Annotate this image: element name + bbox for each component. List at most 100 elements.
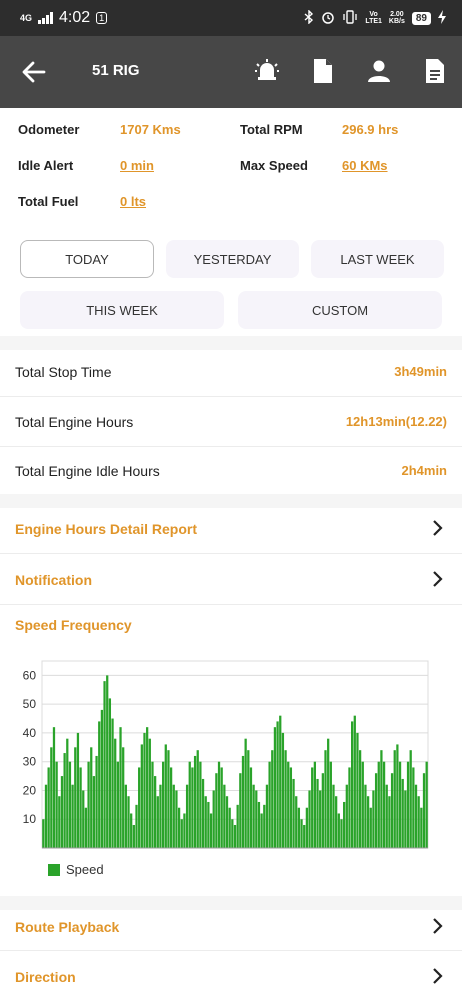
speed-bar: [60, 776, 64, 848]
speed-bar: [177, 807, 181, 848]
report-icon[interactable]: [422, 56, 448, 86]
speed-bar: [114, 738, 117, 848]
y-tick-label: 30: [23, 755, 37, 769]
alarm-clock-icon: [321, 10, 335, 27]
speed-bar: [180, 819, 183, 848]
speed-bar: [50, 747, 53, 848]
speed-bar: [82, 790, 85, 848]
notification-row[interactable]: Notification: [0, 557, 462, 603]
speed-bar: [295, 796, 298, 848]
speed-bar: [199, 761, 202, 848]
alarm-icon[interactable]: [254, 56, 280, 86]
speed-bar: [212, 790, 215, 848]
speed-bar: [401, 778, 404, 848]
speed-bar: [249, 767, 253, 848]
document-icon[interactable]: [310, 56, 336, 86]
speed-bar: [377, 761, 380, 848]
speed-bar: [420, 807, 423, 848]
summary-panel: Odometer 1707 Kms Total RPM 296.9 hrs Id…: [0, 108, 462, 224]
route-playback-label: Route Playback: [15, 919, 120, 935]
speed-bar: [257, 801, 261, 848]
speed-bar: [143, 732, 146, 848]
speed-bar: [239, 773, 242, 848]
direction-label: Direction: [15, 969, 76, 985]
speed-bar: [337, 813, 340, 848]
speed-bar: [265, 784, 269, 848]
last-week-button[interactable]: LAST WEEK: [311, 240, 444, 278]
y-tick-label: 20: [23, 783, 37, 797]
speed-bar: [374, 773, 378, 848]
stop-time-label: Total Stop Time: [15, 364, 112, 380]
speed-bar: [321, 773, 324, 848]
speed-bar: [406, 761, 410, 848]
custom-button[interactable]: CUSTOM: [238, 291, 442, 329]
speed-bar: [119, 727, 122, 848]
speed-bar: [79, 767, 82, 848]
total-rpm-value: 296.9 hrs: [342, 122, 399, 137]
speed-bar: [244, 738, 247, 848]
idle-alert-value[interactable]: 0 min: [120, 158, 154, 173]
speed-bar: [55, 761, 58, 848]
speed-bar: [417, 796, 420, 848]
person-icon[interactable]: [366, 56, 392, 86]
speed-bar: [289, 767, 293, 848]
y-tick-label: 50: [23, 697, 37, 711]
chevron-right-icon: [427, 966, 447, 986]
speed-bar: [135, 804, 138, 848]
max-speed-value[interactable]: 60 KMs: [342, 158, 388, 173]
speed-bar: [207, 801, 210, 848]
speed-bar: [247, 750, 250, 848]
speed-bar: [273, 727, 277, 848]
speed-bar: [185, 784, 189, 848]
status-bar: 4G 4:02 1 Vo LTE1 2.00 KB/s 89: [0, 0, 462, 36]
speed-bar: [108, 698, 112, 848]
speed-bar: [92, 776, 96, 848]
total-fuel-value[interactable]: 0 lts: [120, 194, 146, 209]
yesterday-button[interactable]: YESTERDAY: [166, 240, 299, 278]
speed-frequency-chart: 10 20 30 40 50 60: [23, 660, 429, 849]
y-tick-label: 10: [23, 812, 37, 826]
speed-bar: [241, 755, 245, 848]
today-button[interactable]: TODAY: [20, 240, 154, 278]
divider: [0, 604, 462, 605]
speed-bar: [201, 778, 205, 848]
engine-hours-report-label: Engine Hours Detail Report: [15, 521, 198, 537]
speed-bar: [95, 755, 98, 848]
back-arrow-icon[interactable]: [20, 58, 48, 86]
speed-bar: [231, 819, 234, 848]
direction-row[interactable]: Direction: [0, 954, 462, 1000]
chevron-right-icon: [427, 569, 447, 589]
speed-bar: [343, 801, 346, 848]
chevron-right-icon: [427, 916, 447, 936]
speed-bar: [66, 738, 69, 848]
speed-bar: [284, 750, 287, 848]
y-tick-label: 40: [23, 726, 37, 740]
sim-icon: 1: [96, 12, 108, 24]
speed-bar: [305, 807, 309, 848]
speed-bar: [164, 744, 167, 848]
vibrate-icon: [342, 9, 358, 27]
speed-bar: [350, 721, 354, 848]
signal-icon: [38, 12, 54, 24]
chevron-right-icon: [427, 518, 447, 538]
speed-bar: [390, 773, 394, 848]
speed-bar: [100, 709, 104, 848]
speed-bar: [335, 796, 338, 848]
speed-bar: [260, 813, 263, 848]
speed-bar: [169, 767, 173, 848]
speed-bar: [382, 761, 386, 848]
speed-bar: [380, 750, 383, 848]
page-title: 51 RIG: [92, 62, 140, 79]
idle-hours-value: 2h4min: [401, 463, 447, 478]
speed-bar: [252, 784, 255, 848]
route-playback-row[interactable]: Route Playback: [0, 904, 462, 950]
app-bar: 51 RIG: [0, 36, 462, 108]
engine-hours-report-row[interactable]: Engine Hours Detail Report: [0, 506, 462, 552]
speed-bar: [103, 681, 106, 848]
speed-bar: [268, 761, 271, 848]
speed-bar: [146, 727, 149, 848]
this-week-button[interactable]: THIS WEEK: [20, 291, 224, 329]
speed-bar: [308, 790, 311, 848]
notification-label: Notification: [15, 572, 92, 588]
max-speed-label: Max Speed: [240, 158, 308, 173]
